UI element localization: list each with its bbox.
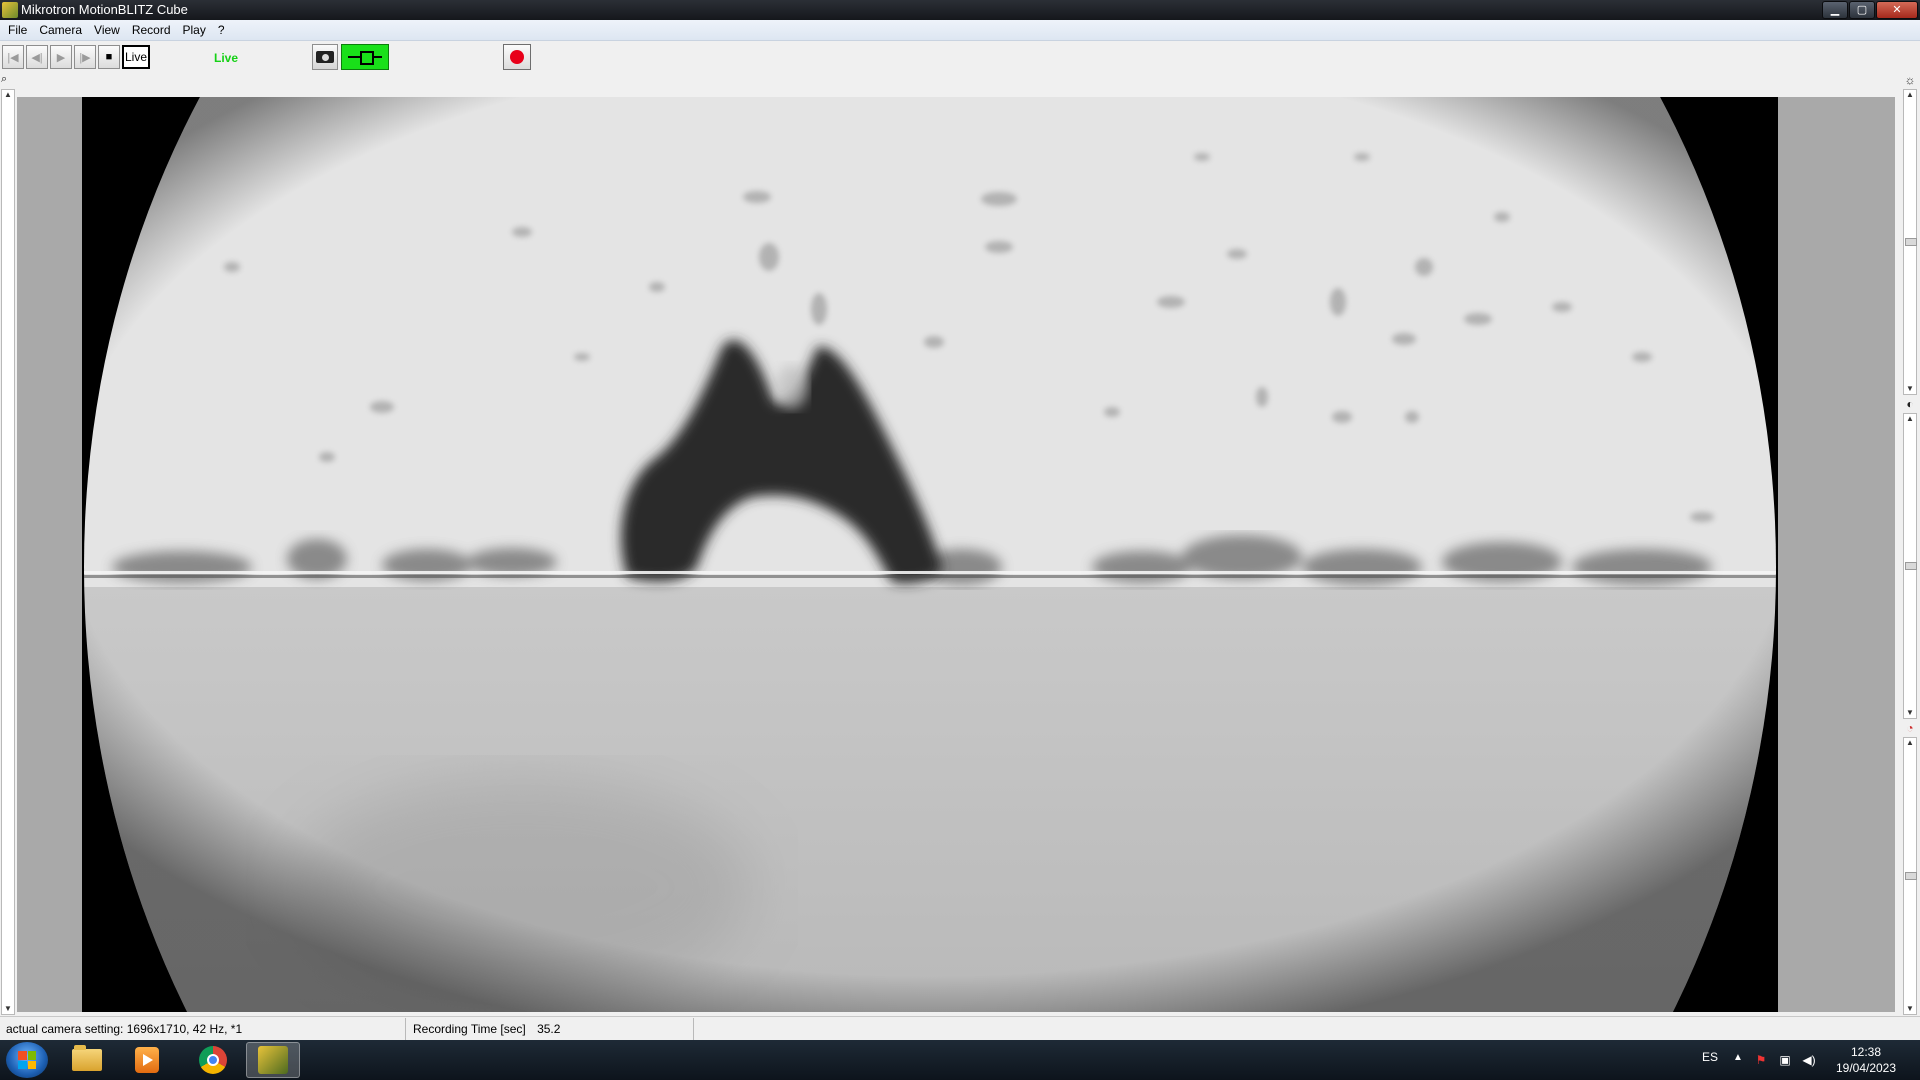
contrast-icon: ◐ (1906, 397, 1914, 411)
title-bar: Mikrotron MotionBLITZ Cube ▁ ▢ ✕ (0, 0, 1920, 20)
brightness-slider[interactable]: ▲ ▼ (1903, 89, 1917, 395)
stop-icon: ■ (105, 51, 113, 63)
taskbar-chrome[interactable] (186, 1042, 240, 1078)
mikrotron-app-icon (258, 1046, 288, 1074)
menu-play[interactable]: Play (177, 20, 212, 40)
camera-viewport (17, 97, 1895, 1012)
menu-help[interactable]: ? (212, 20, 231, 40)
contrast-slider-thumb[interactable] (1905, 562, 1917, 570)
language-indicator[interactable]: ES (1702, 1050, 1718, 1080)
taskbar: ES ▲ ⚑ ▣ ◀) 12:38 19/04/2023 (0, 1040, 1920, 1080)
app-icon (2, 2, 18, 18)
recording-time-status: Recording Time [sec] 35.2 (407, 1018, 694, 1040)
media-player-icon (135, 1047, 159, 1073)
menu-view[interactable]: View (88, 20, 126, 40)
menu-camera[interactable]: Camera (33, 20, 88, 40)
action-center-flag-icon[interactable]: ⚑ (1754, 1053, 1768, 1067)
step-forward-icon: |▶ (79, 51, 91, 64)
camera-live-image[interactable] (82, 97, 1778, 1012)
record-button[interactable] (503, 44, 531, 70)
chrome-icon (199, 1046, 227, 1074)
live-status-indicator: Live (214, 51, 239, 65)
maximize-button[interactable]: ▢ (1849, 1, 1875, 19)
skip-start-icon: |◀ (7, 51, 19, 64)
menu-file[interactable]: File (0, 20, 33, 40)
brightness-slider-thumb[interactable] (1905, 238, 1917, 246)
zoom-icon[interactable]: ⌕ (1, 73, 13, 85)
close-button[interactable]: ✕ (1876, 1, 1918, 19)
taskbar-media-player[interactable] (120, 1042, 174, 1078)
gamma-up-arrow-icon[interactable]: ▲ (1904, 738, 1916, 748)
left-vertical-slider[interactable]: ▲ ▼ (1, 89, 15, 1015)
contrast-up-arrow-icon[interactable]: ▲ (1904, 414, 1916, 424)
network-icon[interactable]: ▣ (1778, 1053, 1792, 1067)
show-hidden-icons-icon[interactable]: ▲ (1733, 1052, 1743, 1080)
snapshot-button[interactable] (312, 44, 338, 70)
clock-date: 19/04/2023 (1835, 1061, 1897, 1075)
start-button[interactable] (6, 1042, 48, 1078)
skip-to-start-button[interactable]: |◀ (2, 45, 24, 69)
play-icon: ▶ (56, 51, 66, 64)
gamma-down-arrow-icon[interactable]: ▼ (1904, 1004, 1916, 1014)
step-back-button[interactable]: ◀| (26, 45, 48, 69)
minimize-button[interactable]: ▁ (1822, 1, 1848, 19)
recording-time-label: Recording Time [sec] (413, 1022, 526, 1036)
toolbar: |◀ ◀| ▶ |▶ ■ Live Live (0, 41, 1920, 73)
taskbar-explorer[interactable] (60, 1042, 114, 1078)
app-window: Mikrotron MotionBLITZ Cube ▁ ▢ ✕ File Cam… (0, 0, 1920, 1080)
gamma-slider-thumb[interactable] (1905, 872, 1917, 880)
trigger-plug-icon (348, 51, 382, 65)
window-title: Mikrotron MotionBLITZ Cube (21, 2, 188, 17)
volume-icon[interactable]: ◀) (1802, 1053, 1816, 1067)
gamma-slider[interactable]: ▲ ▼ (1903, 737, 1917, 1015)
contrast-down-arrow-icon[interactable]: ▼ (1904, 708, 1916, 718)
folder-icon (72, 1045, 102, 1071)
window-controls: ▁ ▢ ✕ (1822, 0, 1918, 19)
play-button[interactable]: ▶ (50, 45, 72, 69)
step-forward-button[interactable]: |▶ (74, 45, 96, 69)
menu-record[interactable]: Record (126, 20, 177, 40)
brightness-icon: ☼ (1904, 73, 1916, 87)
status-pane-empty (695, 1018, 1920, 1040)
taskbar-mikrotron[interactable] (246, 1042, 300, 1078)
menu-bar: File Camera View Record Play? (0, 20, 1920, 41)
trigger-button[interactable] (341, 44, 389, 70)
camera-setting-status: actual camera setting: 1696x1710, 42 Hz,… (0, 1018, 406, 1040)
scroll-down-arrow-icon[interactable]: ▼ (2, 1004, 14, 1014)
camera-icon (316, 51, 334, 63)
contrast-slider[interactable]: ▲ ▼ (1903, 413, 1917, 719)
step-back-icon: ◀| (31, 51, 43, 64)
system-clock[interactable]: 12:38 19/04/2023 (1820, 1044, 1912, 1076)
windows-logo-icon (18, 1051, 36, 1069)
record-icon (510, 50, 524, 64)
stop-button[interactable]: ■ (98, 45, 120, 69)
scroll-up-arrow-icon[interactable]: ▲ (2, 90, 14, 100)
brightness-down-arrow-icon[interactable]: ▼ (1904, 384, 1916, 394)
live-button[interactable]: Live (122, 45, 150, 69)
brightness-up-arrow-icon[interactable]: ▲ (1904, 90, 1916, 100)
clock-time: 12:38 (1850, 1045, 1882, 1059)
image-adjust-panel: ☼ ▲ ▼ ◐ ▲ ▼ ◔ ▲ ▼ (1902, 73, 1918, 1015)
status-bar: actual camera setting: 1696x1710, 42 Hz,… (0, 1016, 1920, 1041)
recording-time-value: 35.2 (537, 1022, 561, 1036)
gamma-icon: ◔ (1906, 721, 1914, 735)
